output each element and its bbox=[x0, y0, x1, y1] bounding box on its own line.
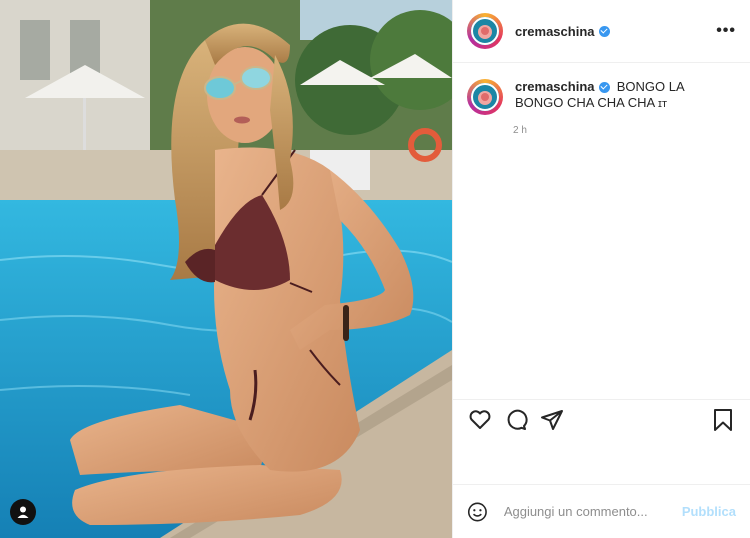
share-icon bbox=[541, 409, 563, 430]
caption-avatar[interactable] bbox=[467, 79, 503, 115]
verified-badge-icon bbox=[598, 25, 610, 37]
publish-button[interactable]: Pubblica bbox=[682, 504, 736, 519]
avatar-image bbox=[471, 17, 499, 45]
more-options-icon[interactable]: ••• bbox=[716, 22, 736, 40]
share-button[interactable] bbox=[539, 407, 565, 433]
heart-icon bbox=[469, 409, 491, 429]
caption-row: cremaschina BONGO LA BONGO CHA CHA CHA ɪ… bbox=[467, 79, 736, 115]
author-avatar[interactable] bbox=[467, 13, 503, 49]
caption-area: cremaschina BONGO LA BONGO CHA CHA CHA ɪ… bbox=[453, 63, 750, 399]
photo-scene bbox=[0, 0, 452, 538]
save-button[interactable] bbox=[710, 407, 736, 433]
comment-icon bbox=[507, 409, 528, 430]
caption-username-link[interactable]: cremaschina bbox=[515, 79, 610, 95]
comment-input[interactable] bbox=[501, 503, 682, 520]
author-username-link[interactable]: cremaschina bbox=[515, 24, 610, 39]
verified-badge-icon bbox=[598, 81, 610, 93]
post-side-panel: cremaschina ••• cremaschina BONGO LA BON bbox=[452, 0, 750, 538]
flag-emoji: ɪᴛ bbox=[658, 98, 668, 110]
post-timestamp[interactable]: 2 h bbox=[513, 125, 736, 136]
caption-text: cremaschina BONGO LA BONGO CHA CHA CHA ɪ… bbox=[515, 79, 725, 112]
action-bar bbox=[453, 399, 750, 439]
avatar-image bbox=[471, 83, 499, 111]
author-username: cremaschina bbox=[515, 23, 595, 39]
user-tag-icon bbox=[17, 506, 29, 518]
comment-button[interactable] bbox=[503, 407, 529, 433]
like-button[interactable] bbox=[467, 407, 493, 433]
caption-username: cremaschina bbox=[515, 79, 595, 94]
post-header: cremaschina ••• bbox=[453, 0, 750, 63]
bookmark-icon bbox=[714, 408, 732, 431]
post-photo[interactable] bbox=[0, 0, 452, 538]
emoji-icon[interactable] bbox=[467, 500, 488, 524]
user-tag-button[interactable] bbox=[10, 499, 36, 525]
instagram-post: cremaschina ••• cremaschina BONGO LA BON bbox=[0, 0, 750, 538]
comment-box: Pubblica bbox=[453, 484, 750, 538]
